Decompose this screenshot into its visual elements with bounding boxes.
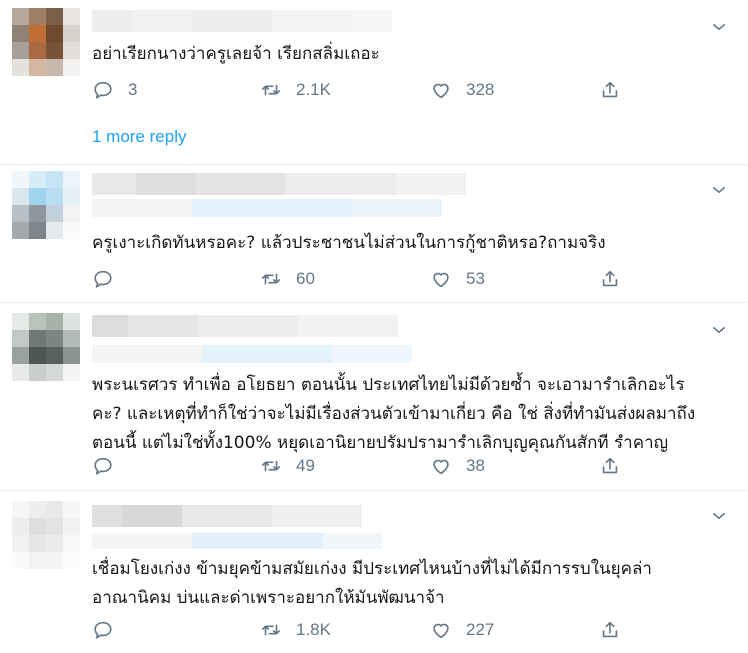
reply-button[interactable] [92, 267, 128, 291]
tweet-1[interactable]: อย่าเรียกนางว่าครูเลยจ้า เรียกสลิ่มเถอะ … [0, 0, 748, 164]
like-count: 38 [466, 456, 485, 475]
tweet-text-line: คะ? และเหตุที่ทำก็ใช่ว่าจะไม่มีเรื่องส่ว… [92, 404, 696, 424]
retweet-count: 1.8K [296, 620, 331, 639]
tweet-menu-button[interactable] [710, 18, 728, 36]
like-button[interactable]: 53 [430, 267, 485, 291]
share-icon [602, 81, 618, 98]
handle-redacted [92, 199, 442, 217]
tweet-menu-button[interactable] [710, 321, 728, 339]
tweet-text: ครูเงาะเกิดทันหรอคะ? แล้วประชาชนไม่ส่วนใ… [92, 229, 724, 258]
chevron-down-icon [713, 327, 725, 333]
like-button[interactable]: 38 [430, 454, 485, 478]
retweet-button[interactable]: 49 [260, 454, 315, 478]
retweet-count: 49 [296, 456, 315, 475]
heart-icon [433, 272, 449, 288]
share-icon [602, 457, 618, 474]
tweet-actions: 49 38 [92, 454, 632, 478]
reply-button[interactable] [92, 454, 128, 478]
username-redacted [92, 173, 466, 195]
more-replies-link[interactable]: 1 more reply [92, 127, 186, 147]
heart-icon [433, 83, 449, 99]
share-button[interactable] [599, 78, 621, 102]
retweet-button[interactable]: 1.8K [260, 618, 331, 642]
retweet-icon [261, 624, 281, 636]
tweet-text-line: พระนเรศวร ทำเพื่อ อโยธยา ตอนนั้น ประเทศไ… [92, 375, 685, 395]
tweet-text-line: อาณานิคม บ่นและด่าเพราะอยากให้มันพัฒนาจ้… [92, 588, 445, 608]
tweet-2[interactable]: ครูเงาะเกิดทันหรอคะ? แล้วประชาชนไม่ส่วนใ… [0, 165, 748, 302]
username-redacted [92, 505, 362, 527]
reply-icon [94, 621, 112, 639]
tweet-actions: 1.8K 227 [92, 618, 632, 642]
retweet-icon [261, 84, 281, 96]
like-count: 53 [466, 269, 485, 288]
tweet-menu-button[interactable] [710, 507, 728, 525]
tweet-text-line: อย่าเรียกนางว่าครูเลยจ้า เรียกสลิ่มเถอะ [92, 44, 380, 64]
retweet-count: 60 [296, 269, 315, 288]
tweet-text: เชื่อมโยงเก่งง ข้ามยุคข้ามสมัยเก่งง มีปร… [92, 555, 724, 613]
retweet-icon [261, 460, 281, 472]
chevron-down-icon [713, 24, 725, 30]
reply-icon [94, 270, 112, 288]
tweet-text-line: ครูเงาะเกิดทันหรอคะ? แล้วประชาชนไม่ส่วนใ… [92, 233, 606, 253]
username-redacted [92, 10, 392, 32]
tweet-text: พระนเรศวร ทำเพื่อ อโยธยา ตอนนั้น ประเทศไ… [92, 371, 724, 458]
reply-button[interactable]: 3 [92, 78, 137, 102]
like-button[interactable]: 328 [430, 78, 494, 102]
retweet-count: 2.1K [296, 80, 331, 99]
tweet-text-line: เชื่อมโยงเก่งง ข้ามยุคข้ามสมัยเก่งง มีปร… [92, 559, 652, 579]
username-redacted [92, 315, 398, 337]
heart-icon [433, 459, 449, 475]
reply-count: 3 [128, 80, 138, 99]
share-button[interactable] [599, 618, 621, 642]
like-count: 227 [466, 620, 495, 639]
share-icon [602, 270, 618, 287]
tweet-menu-button[interactable] [710, 181, 728, 199]
tweet-3[interactable]: พระนเรศวร ทำเพื่อ อโยธยา ตอนนั้น ประเทศไ… [0, 303, 748, 490]
tweet-text: อย่าเรียกนางว่าครูเลยจ้า เรียกสลิ่มเถอะ [92, 40, 724, 69]
reply-icon [94, 457, 112, 475]
tweet-actions: 60 53 [92, 267, 632, 291]
like-count: 328 [466, 80, 495, 99]
share-button[interactable] [599, 267, 621, 291]
like-button[interactable]: 227 [430, 618, 494, 642]
tweet-actions: 3 2.1K 328 [92, 78, 632, 102]
reply-icon [94, 81, 112, 99]
chevron-down-icon [713, 187, 725, 193]
avatar[interactable] [12, 501, 80, 569]
avatar[interactable] [12, 8, 80, 76]
heart-icon [433, 623, 449, 639]
reply-button[interactable] [92, 618, 128, 642]
handle-redacted [92, 345, 412, 363]
retweet-button[interactable]: 60 [260, 267, 315, 291]
tweet-4[interactable]: เชื่อมโยงเก่งง ข้ามยุคข้ามสมัยเก่งง มีปร… [0, 491, 748, 653]
retweet-button[interactable]: 2.1K [260, 78, 331, 102]
avatar[interactable] [12, 171, 80, 239]
chevron-down-icon [713, 513, 725, 519]
retweet-icon [261, 273, 281, 285]
share-icon [602, 621, 618, 638]
handle-redacted [92, 533, 382, 549]
share-button[interactable] [599, 454, 621, 478]
avatar[interactable] [12, 313, 80, 381]
